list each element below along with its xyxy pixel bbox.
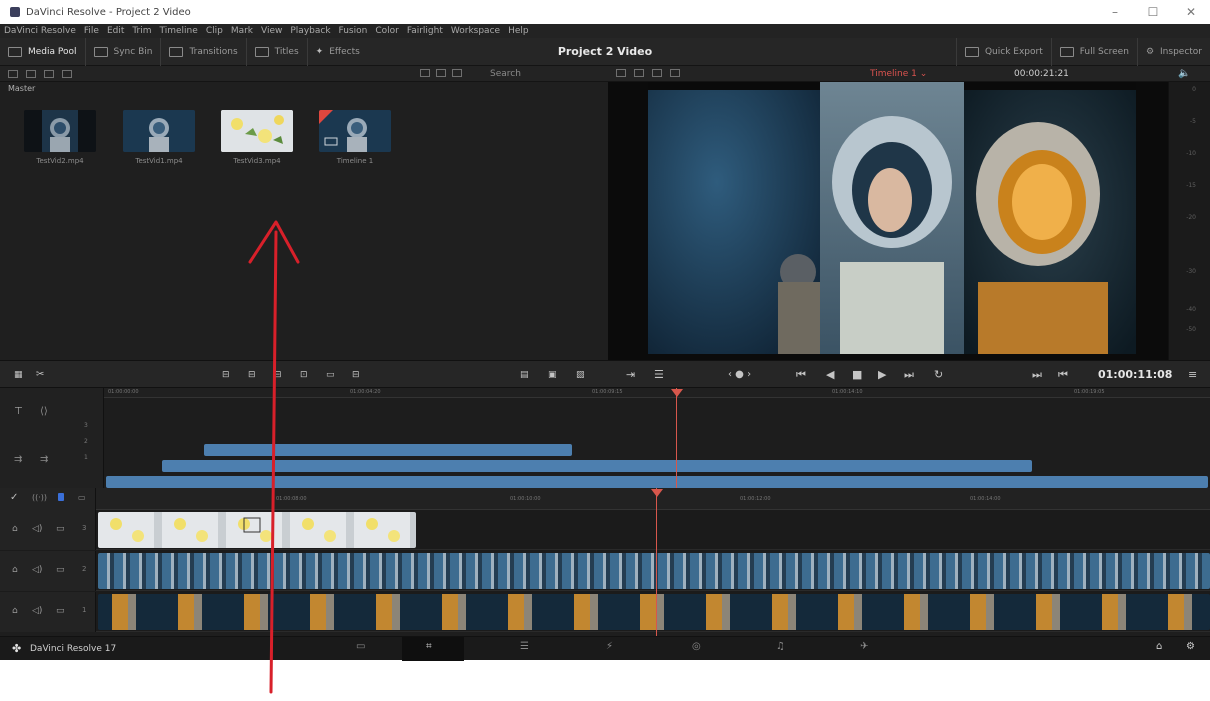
annotation-arrow — [248, 220, 300, 694]
screenshot-stage: DaVinci Resolve - Project 2 Video – ☐ ✕ … — [0, 0, 1210, 701]
